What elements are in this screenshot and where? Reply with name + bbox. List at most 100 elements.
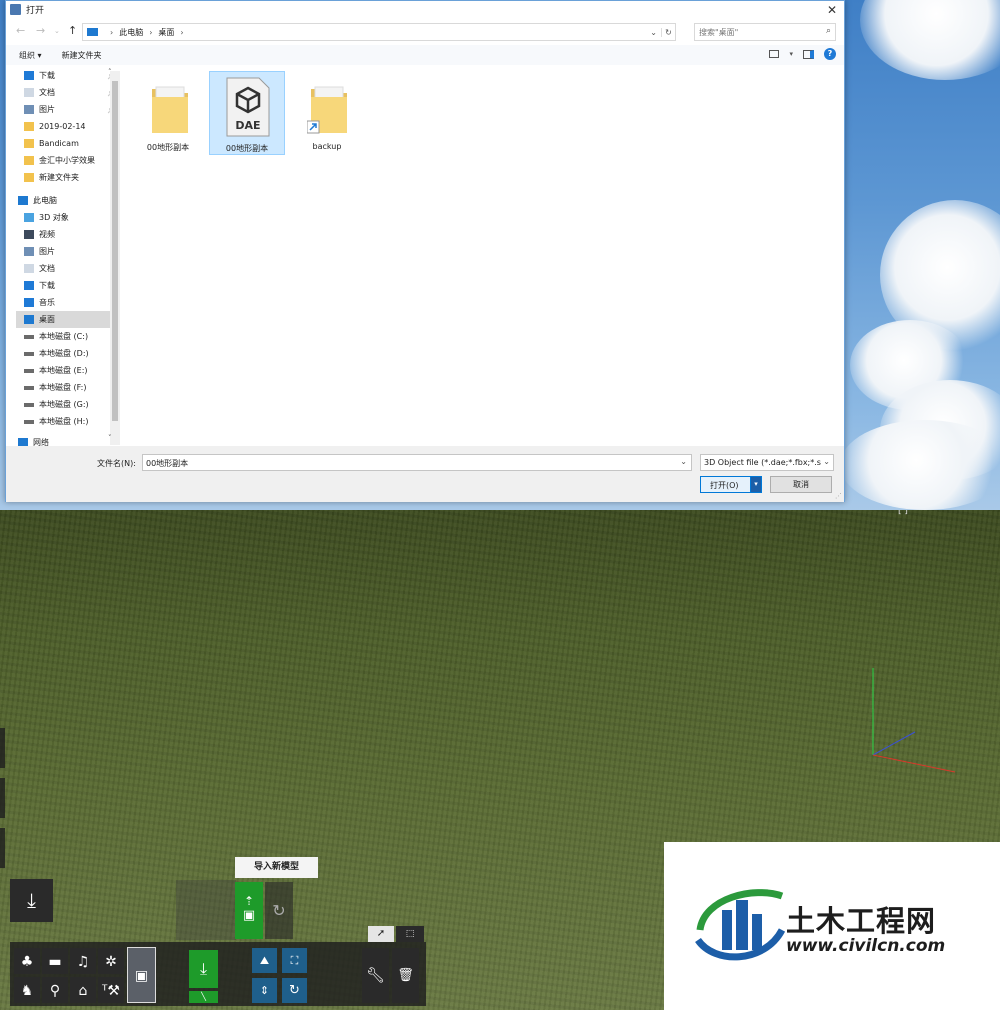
address-bar[interactable]: › 此电脑 › 桌面 › ⌄ ↻ (82, 23, 676, 41)
up-arrow-icon[interactable]: ↑ (68, 24, 77, 37)
upload-save-icon: ⇡ (243, 894, 255, 908)
rotate-button[interactable]: ↻ (282, 978, 307, 1003)
side-handle[interactable] (0, 828, 5, 868)
nav-item[interactable]: 视频 (16, 226, 120, 243)
text-tool-button[interactable]: ᵀ⚒ (98, 977, 124, 1003)
walk-tool-button[interactable]: ⚲ (42, 977, 68, 1003)
chevron-right-icon: › (180, 27, 184, 37)
scroll-up-icon[interactable]: ˄ (108, 68, 112, 76)
folder-icon (24, 173, 34, 182)
breadcrumb-desktop[interactable]: 桌面 (158, 27, 174, 38)
refresh-model-button[interactable]: ↻ (265, 882, 293, 939)
file-item[interactable]: 00地形副本 (130, 71, 206, 155)
music-tool-button[interactable]: ♫ (70, 948, 96, 974)
file-item-selected[interactable]: DAE 00地形副本 (209, 71, 285, 155)
nav-item[interactable]: 本地磁盘 (E:) (16, 362, 120, 379)
model-library-button[interactable]: ▣ (127, 947, 156, 1003)
import-download-button[interactable]: ⤓ (10, 879, 53, 922)
filename-label: 文件名(N): (97, 459, 136, 468)
nav-item[interactable]: 桌面 (16, 311, 120, 328)
file-type-value: 3D Object file (*.dae;*.fbx;*.s (704, 458, 821, 467)
nav-item-label: Bandicam (39, 139, 79, 148)
nav-item[interactable]: 本地磁盘 (D:) (16, 345, 120, 362)
select-cursor-button[interactable]: ➚ (368, 926, 394, 942)
fullscreen-button[interactable]: ⛶ (282, 948, 307, 973)
side-handle[interactable] (0, 728, 5, 768)
nav-item-label: 本地磁盘 (G:) (39, 400, 89, 409)
folder-icon (24, 139, 34, 148)
nav-item[interactable]: 此电脑 (16, 192, 120, 209)
command-bar: 组织 ▾ 新建文件夹 ▾ ? (6, 45, 844, 65)
close-icon[interactable]: ✕ (820, 3, 844, 17)
nav-item[interactable]: 3D 对象 (16, 209, 120, 226)
cursor-icon: ➚ (376, 928, 386, 939)
search-input[interactable]: 搜索"桌面" ⌕ (694, 23, 836, 41)
side-handle[interactable] (0, 778, 5, 818)
nav-item[interactable]: 本地磁盘 (H:) (16, 413, 120, 430)
tree-tool-button[interactable]: ♣ (14, 948, 40, 974)
preview-pane-icon[interactable] (803, 49, 814, 59)
updown-icon: ⇕ (259, 984, 270, 997)
nav-item[interactable]: 下载📌︎ (16, 67, 120, 84)
nav-item[interactable]: 金汇中小学效果 (16, 152, 120, 169)
delete-button[interactable]: 🗑︎ (392, 948, 419, 1003)
nav-item[interactable]: 本地磁盘 (C:) (16, 328, 120, 345)
chevron-down-icon[interactable]: ⌄ (650, 28, 657, 37)
nav-item[interactable]: 文档 (16, 260, 120, 277)
watermark-url: www.civilcn.com (786, 936, 946, 956)
nav-item[interactable]: 本地磁盘 (F:) (16, 379, 120, 396)
cancel-button[interactable]: 取消 (770, 476, 832, 493)
file-name: 00地形副本 (225, 144, 269, 153)
nav-item[interactable]: 图片📌︎ (16, 101, 120, 118)
road-tool-button[interactable]: ▬ (42, 948, 68, 974)
nav-item[interactable]: Bandicam (16, 135, 120, 152)
open-dropdown-icon[interactable]: ▾ (750, 477, 761, 492)
nav-item-label: 金汇中小学效果 (39, 156, 95, 165)
nav-item[interactable]: 音乐 (16, 294, 120, 311)
forward-arrow-icon[interactable]: → (36, 24, 45, 37)
place-slope-button[interactable]: ╲ (189, 991, 218, 1003)
nav-item-label: 下载 (39, 281, 55, 290)
file-item[interactable]: backup (289, 71, 365, 155)
nav-item[interactable]: 图片 (16, 243, 120, 260)
nav-item[interactable]: 本地磁盘 (G:) (16, 396, 120, 413)
import-new-model-button[interactable]: ⇡ ▣ (235, 882, 263, 939)
open-file-dialog: 打开 ✕ ← → ⌄ ↑ › 此电脑 › 桌面 › ⌄ ↻ 搜索"桌面" ⌕ 组… (5, 0, 845, 502)
character-icon: ♞ (20, 983, 34, 999)
organize-button[interactable]: 组织 ▾ (19, 50, 42, 61)
chevron-down-icon[interactable]: ⌄ (680, 457, 687, 466)
nav-item[interactable]: 下载 (16, 277, 120, 294)
place-down-button[interactable]: ⤓ (189, 950, 218, 988)
download-icon (24, 281, 34, 290)
nav-item[interactable]: 新建文件夹 (16, 169, 120, 186)
watermark-title: 土木工程网 (786, 904, 937, 938)
breadcrumb-this-pc[interactable]: 此电脑 (119, 27, 143, 38)
resize-grip-icon[interactable]: ⋰ (835, 492, 842, 500)
nav-item[interactable]: 文档📌︎ (16, 84, 120, 101)
back-arrow-icon[interactable]: ← (16, 24, 25, 37)
marquee-select-button[interactable]: ⬚ (396, 926, 424, 942)
dialog-title: 打开 (26, 6, 45, 16)
new-folder-button[interactable]: 新建文件夹 (62, 50, 102, 61)
drive-icon (24, 402, 34, 407)
road-icon: ▬ (48, 954, 62, 970)
scroll-down-icon[interactable]: ˅ (108, 434, 112, 442)
character-tool-button[interactable]: ♞ (14, 977, 40, 1003)
help-icon[interactable]: ? (824, 48, 836, 60)
settings-wrench-button[interactable]: 🔧︎ (362, 948, 389, 1003)
house-tool-button[interactable]: ⌂ (70, 977, 96, 1003)
view-mode-icon[interactable] (769, 50, 780, 58)
file-type-select[interactable]: 3D Object file (*.dae;*.fbx;*.s ⌄ (700, 454, 834, 471)
filename-input[interactable]: 00地形副本 ⌄ (142, 454, 692, 471)
nav-scrollbar[interactable] (110, 71, 120, 445)
terrain-raise-button[interactable]: ⛰ (252, 948, 277, 973)
nav-item[interactable]: 2019-02-14 (16, 118, 120, 135)
nav-item-label: 本地磁盘 (F:) (39, 383, 87, 392)
refresh-icon[interactable]: ↻ (661, 27, 675, 37)
recent-chevron-icon[interactable]: ⌄ (54, 27, 60, 35)
rotate-icon: ↻ (289, 983, 300, 998)
chevron-down-icon[interactable]: ▾ (789, 50, 793, 58)
open-button[interactable]: 打开(O) ▾ (700, 476, 762, 493)
move-vertical-button[interactable]: ⇕ (252, 978, 277, 1003)
effects-tool-button[interactable]: ✲ (98, 948, 124, 974)
